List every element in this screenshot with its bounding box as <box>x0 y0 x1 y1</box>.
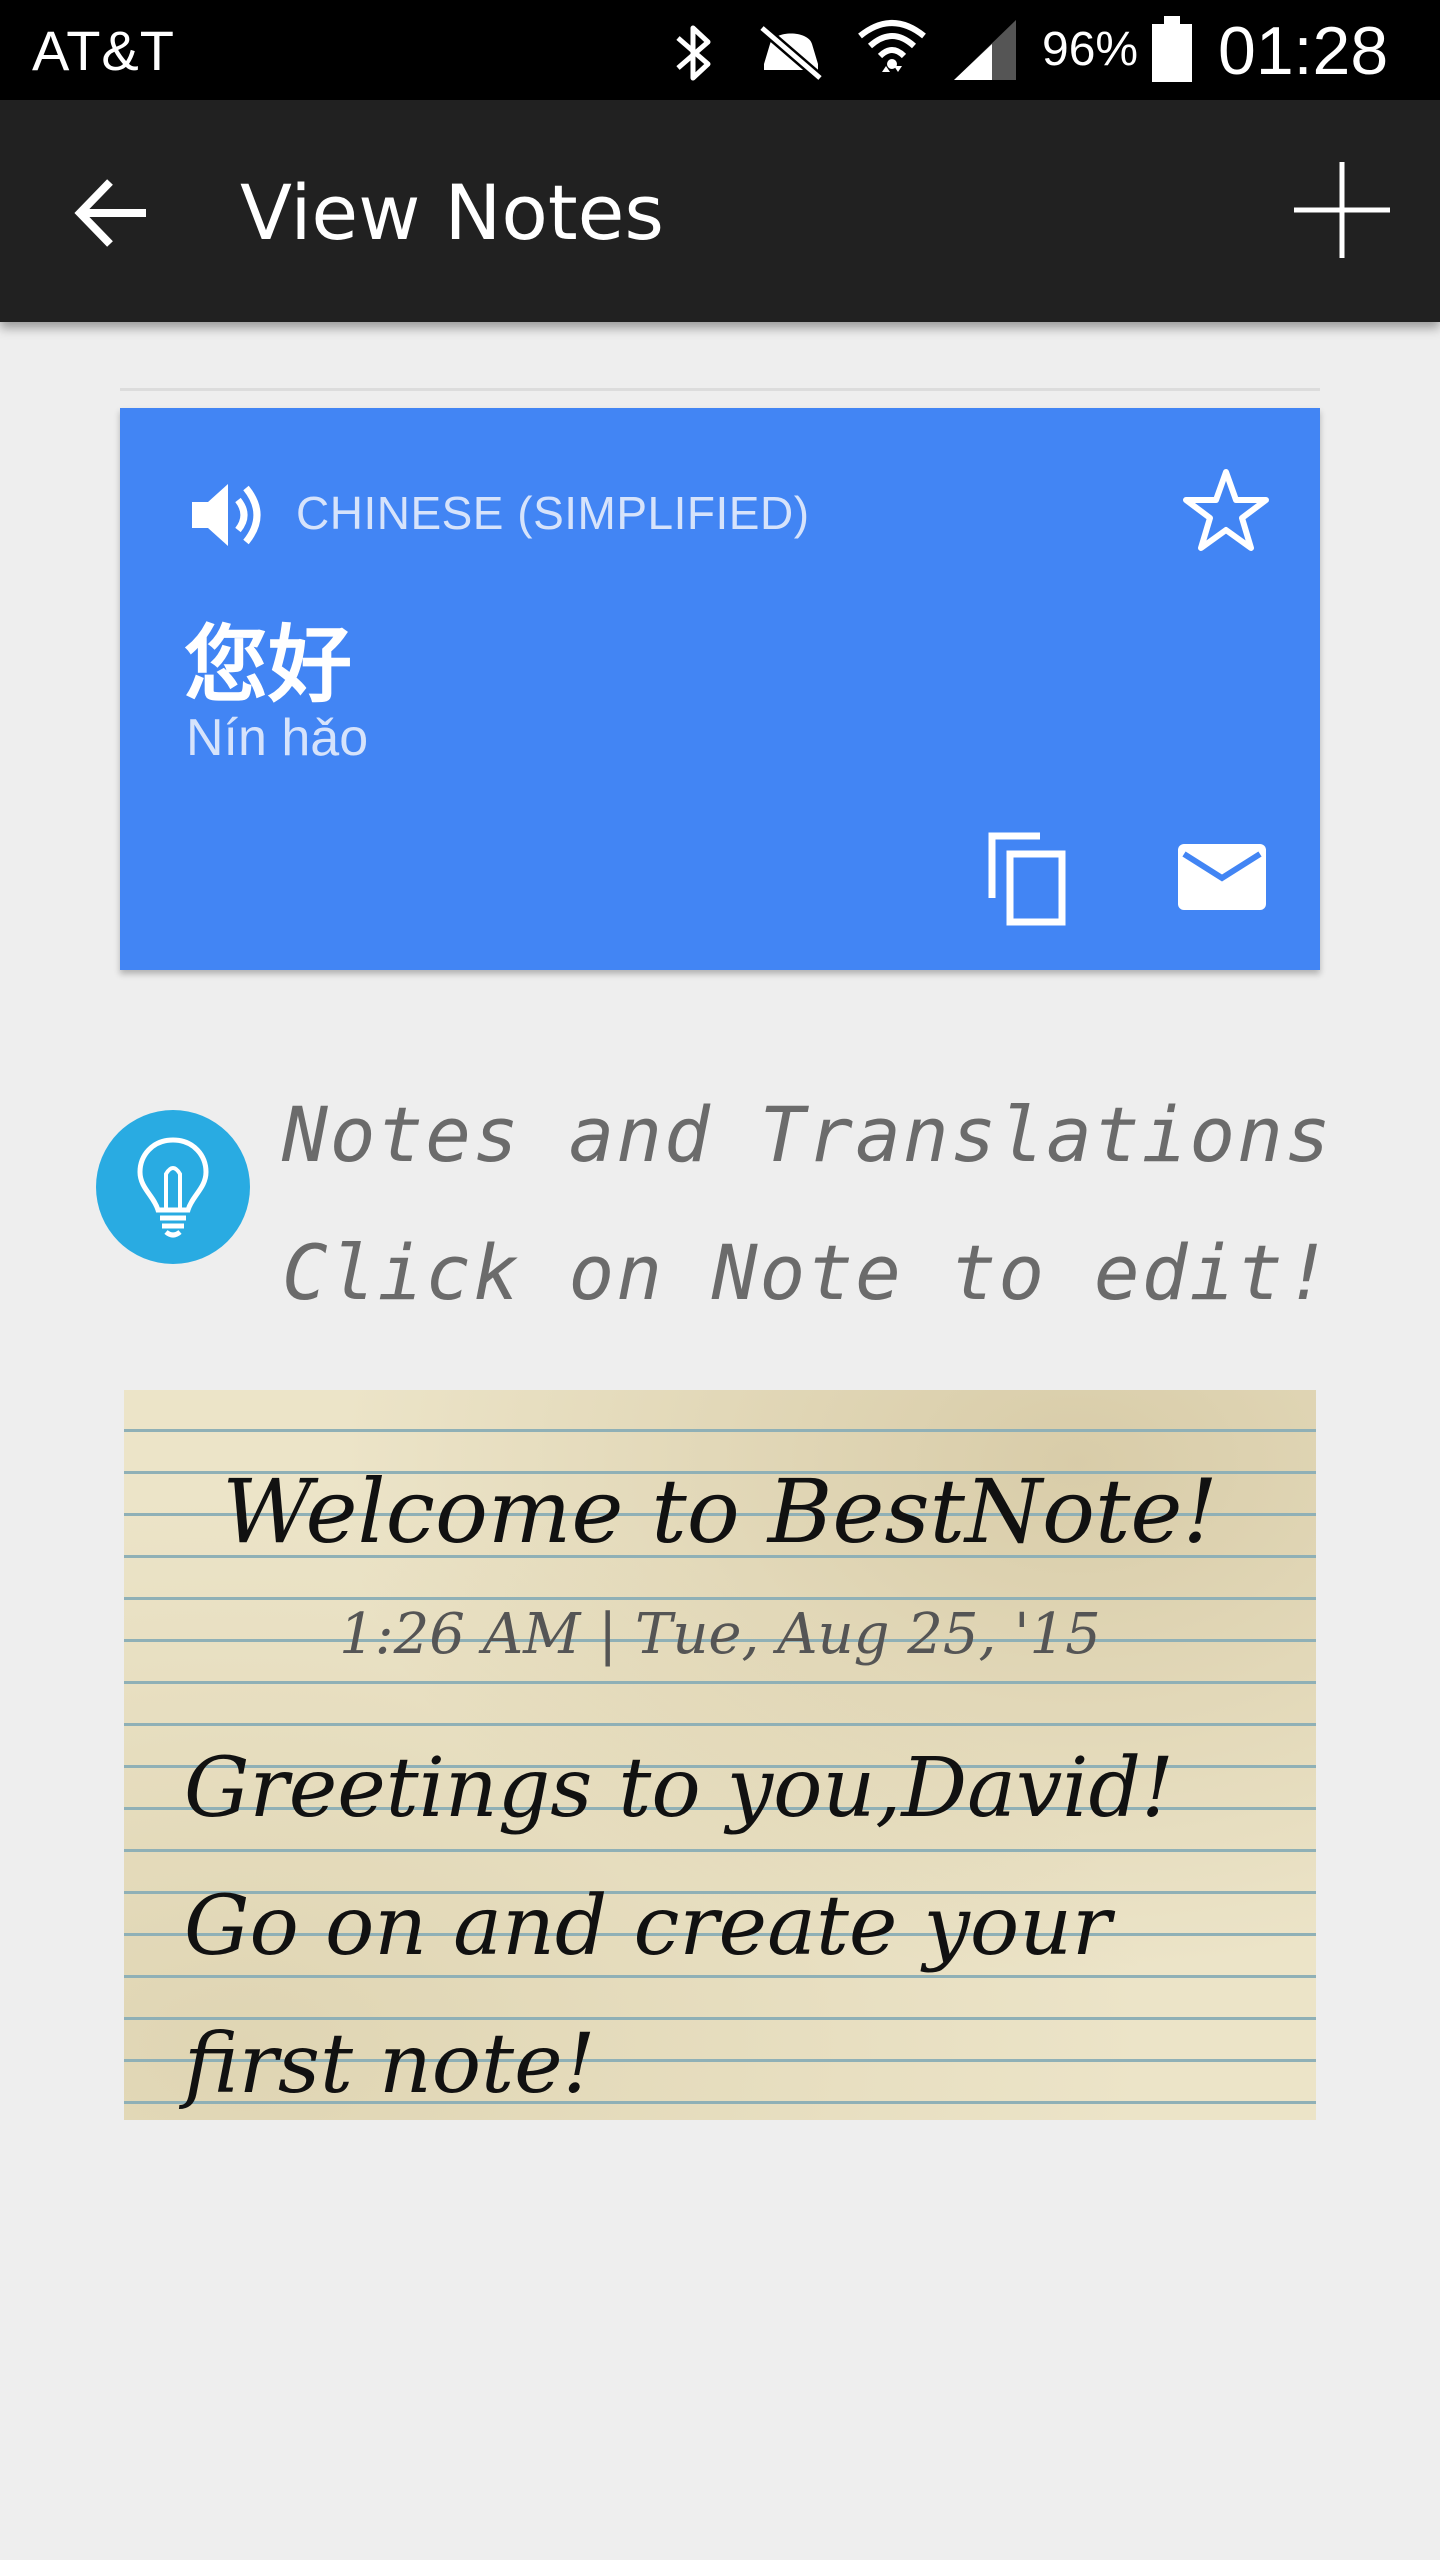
mute-icon <box>758 24 824 82</box>
tip-subtitle: Click on Note to edit! <box>282 1228 1333 1317</box>
copy-icon[interactable] <box>980 828 1080 928</box>
tip-title: Notes and Translations <box>282 1090 1333 1179</box>
signal-icon <box>954 20 1016 80</box>
arrow-back-icon[interactable] <box>70 170 156 256</box>
romanization-text: Nín hǎo <box>186 709 369 767</box>
note-body: Greetings to you,David! Go on and create… <box>184 1741 1174 2112</box>
note-date: 1:26 AM | Tue, Aug 25, '15 <box>339 1602 1101 1667</box>
page-title: View Notes <box>240 168 665 257</box>
star-icon[interactable] <box>1180 466 1272 558</box>
note-title: Welcome to BestNote! <box>222 1460 1218 1563</box>
carrier-label: AT&T <box>32 19 175 82</box>
note-card[interactable]: Welcome to BestNote! 1:26 AM | Tue, Aug … <box>124 1390 1316 2120</box>
bluetooth-icon <box>676 25 711 81</box>
battery-percent: 96% <box>1042 23 1139 76</box>
email-icon[interactable] <box>1174 832 1270 922</box>
wifi-icon <box>858 20 926 72</box>
status-bar: AT&T 96% 01:28 <box>0 0 1440 100</box>
clock: 01:28 <box>1218 13 1389 89</box>
plus-icon[interactable] <box>1290 158 1394 262</box>
divider <box>120 388 1320 391</box>
speaker-icon[interactable] <box>188 474 270 556</box>
translation-card[interactable]: CHINESE (SIMPLIFIED) 您好 Nín hǎo <box>120 408 1320 970</box>
language-label: CHINESE (SIMPLIFIED) <box>296 487 810 539</box>
translated-text: 您好 <box>184 616 353 714</box>
lightbulb-icon <box>96 1110 250 1264</box>
app-bar: View Notes <box>0 100 1440 322</box>
battery-icon <box>1152 16 1192 82</box>
